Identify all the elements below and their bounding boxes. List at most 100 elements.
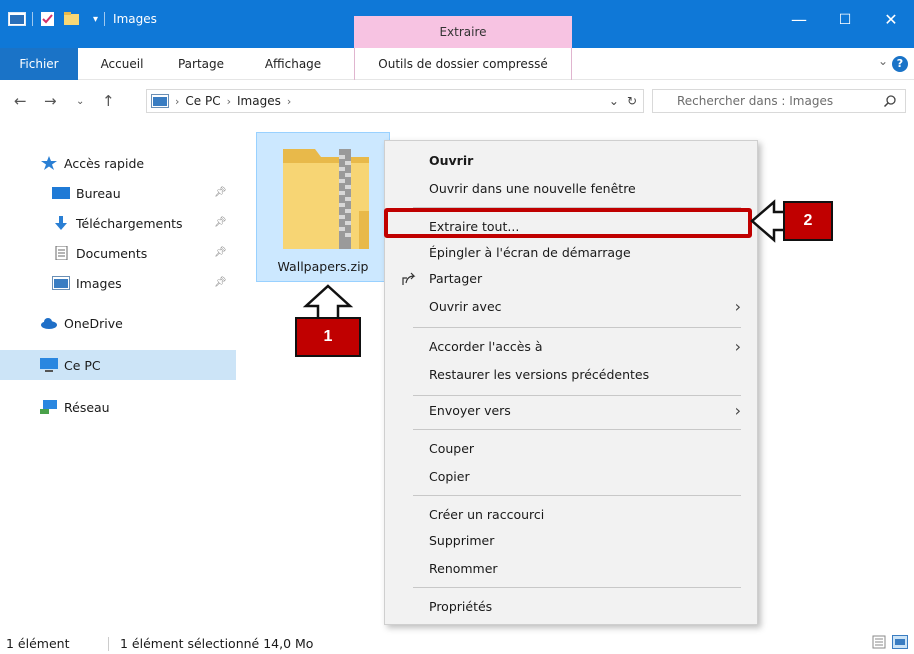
quick-access-toolbar: ▾ Images [8,9,157,29]
file-item-wallpapers-zip[interactable]: Wallpapers.zip [256,132,390,282]
menu-item-create-shortcut[interactable]: Créer un raccourci [385,501,757,529]
status-bar: 1 élément 1 élément sélectionné 14,0 Mo [0,632,914,654]
minimize-button[interactable]: — [776,0,822,40]
menu-item-cut[interactable]: Couper [385,435,757,463]
search-icon[interactable] [883,94,897,108]
nav-this-pc[interactable]: Ce PC [0,350,236,380]
tab-view[interactable]: Affichage [244,48,342,80]
cloud-icon [41,318,57,329]
nav-quick-access[interactable]: Accès rapide [0,148,236,178]
address-actions: ⌄ ↻ [609,94,637,108]
pin-icon[interactable]: 📌︎ [214,187,227,198]
nav-item-pictures[interactable]: Images 📌︎ [0,268,236,298]
pin-icon[interactable]: 📌︎ [214,217,227,228]
back-arrow-icon[interactable]: ← [14,92,27,110]
network-icon [40,400,57,414]
properties-checkmark-icon[interactable] [39,12,57,26]
help-icon[interactable]: ? [892,56,908,72]
document-icon [55,246,68,260]
nav-item-downloads[interactable]: Téléchargements 📌︎ [0,208,236,238]
nav-label: Documents [76,245,148,261]
recent-locations-chevron-icon[interactable]: ⌄ [76,96,84,107]
menu-separator [413,587,741,588]
ribbon-expand-icon[interactable]: ⌄ [878,54,888,68]
menu-item-open[interactable]: Ouvrir [385,147,757,175]
address-row: ← → ⌄ ↑ › Ce PC › Images › ⌄ ↻ Recherche… [0,80,914,122]
pictures-icon [52,276,70,290]
star-icon [41,156,57,170]
menu-item-give-access[interactable]: Accorder l'accès à › [385,333,757,361]
address-bar[interactable]: › Ce PC › Images › ⌄ ↻ [146,89,644,113]
menu-separator [413,495,741,496]
forward-arrow-icon[interactable]: → [44,92,57,110]
details-view-icon[interactable] [872,635,886,649]
tab-compressed-folder-tools[interactable]: Outils de dossier compressé [354,48,572,80]
nav-network[interactable]: Réseau [0,392,236,422]
menu-item-send-to[interactable]: Envoyer vers › [385,397,757,425]
computer-icon [40,358,58,372]
close-button[interactable]: ✕ [868,0,914,40]
menu-item-label: Envoyer vers [429,403,511,418]
navigation-pane: Accès rapide Bureau 📌︎ Téléchargements 📌… [0,122,236,632]
share-icon [402,272,416,285]
menu-item-copy[interactable]: Copier [385,463,757,491]
pin-icon[interactable]: 📌︎ [214,247,227,258]
menu-item-pin-to-start[interactable]: Épingler à l'écran de démarrage [385,239,757,267]
contextual-tab-group-extract[interactable]: Extraire [354,16,572,48]
extract-all-highlight [384,208,752,238]
nav-item-desktop[interactable]: Bureau 📌︎ [0,178,236,208]
menu-item-restore-previous-versions[interactable]: Restaurer les versions précédentes [385,361,757,389]
breadcrumb-chevron-icon[interactable]: › [287,95,291,108]
menu-item-properties[interactable]: Propriétés [385,593,757,621]
nav-onedrive[interactable]: OneDrive [0,308,236,338]
breadcrumb-images[interactable]: Images [237,94,281,108]
callout-step-1: 1 [323,328,333,345]
view-switcher [872,635,908,649]
tab-share[interactable]: Partage [166,48,236,80]
desktop-icon [52,187,70,199]
nav-item-documents[interactable]: Documents 📌︎ [0,238,236,268]
menu-separator [413,395,741,396]
callout-step-2: 2 [803,212,813,229]
refresh-icon[interactable]: ↻ [627,94,637,108]
toolbar-separator [104,12,106,26]
window-title: Images [113,12,157,26]
menu-item-label: Partager [429,271,483,286]
large-icons-view-icon[interactable] [892,635,908,649]
breadcrumb-chevron-icon[interactable]: › [227,95,231,108]
nav-label: OneDrive [64,315,123,331]
search-input[interactable]: Rechercher dans : Images [652,89,906,113]
submenu-arrow-icon: › [734,337,741,356]
explorer-window-icon[interactable] [8,12,26,26]
menu-separator [413,429,741,430]
nav-label: Bureau [76,185,121,201]
menu-item-open-new-window[interactable]: Ouvrir dans une nouvelle fenêtre [385,175,757,203]
submenu-arrow-icon: › [734,401,741,420]
tab-home[interactable]: Accueil [86,48,158,80]
breadcrumb-this-pc[interactable]: Ce PC [185,94,220,108]
title-bar: ▾ Images Extraire — ☐ ✕ [0,0,914,48]
menu-item-share[interactable]: Partager [385,265,757,293]
address-dropdown-icon[interactable]: ⌄ [609,94,619,108]
nav-label: Réseau [64,399,110,415]
submenu-arrow-icon: › [734,297,741,316]
zip-folder-icon [283,149,369,249]
ribbon-tabs: Fichier Accueil Partage Affichage Outils… [0,48,914,80]
menu-item-delete[interactable]: Supprimer [385,527,757,555]
menu-item-open-with[interactable]: Ouvrir avec › [385,293,757,321]
new-folder-icon[interactable] [63,12,81,26]
menu-separator [413,327,741,328]
breadcrumb-chevron-icon[interactable]: › [175,95,179,108]
menu-item-label: Accorder l'accès à [429,339,543,354]
status-selection: 1 élément sélectionné 14,0 Mo [120,636,314,651]
pictures-folder-icon [151,94,169,108]
tab-file[interactable]: Fichier [0,48,78,80]
toolbar-separator [32,12,33,26]
maximize-button[interactable]: ☐ [822,0,868,40]
pin-icon[interactable]: 📌︎ [214,277,227,288]
up-arrow-icon[interactable]: ↑ [102,92,115,110]
nav-label: Téléchargements [76,215,183,231]
menu-item-rename[interactable]: Renommer [385,555,757,583]
search-placeholder: Rechercher dans : Images [677,94,834,108]
customize-toolbar-icon[interactable]: ▾ [93,14,98,25]
